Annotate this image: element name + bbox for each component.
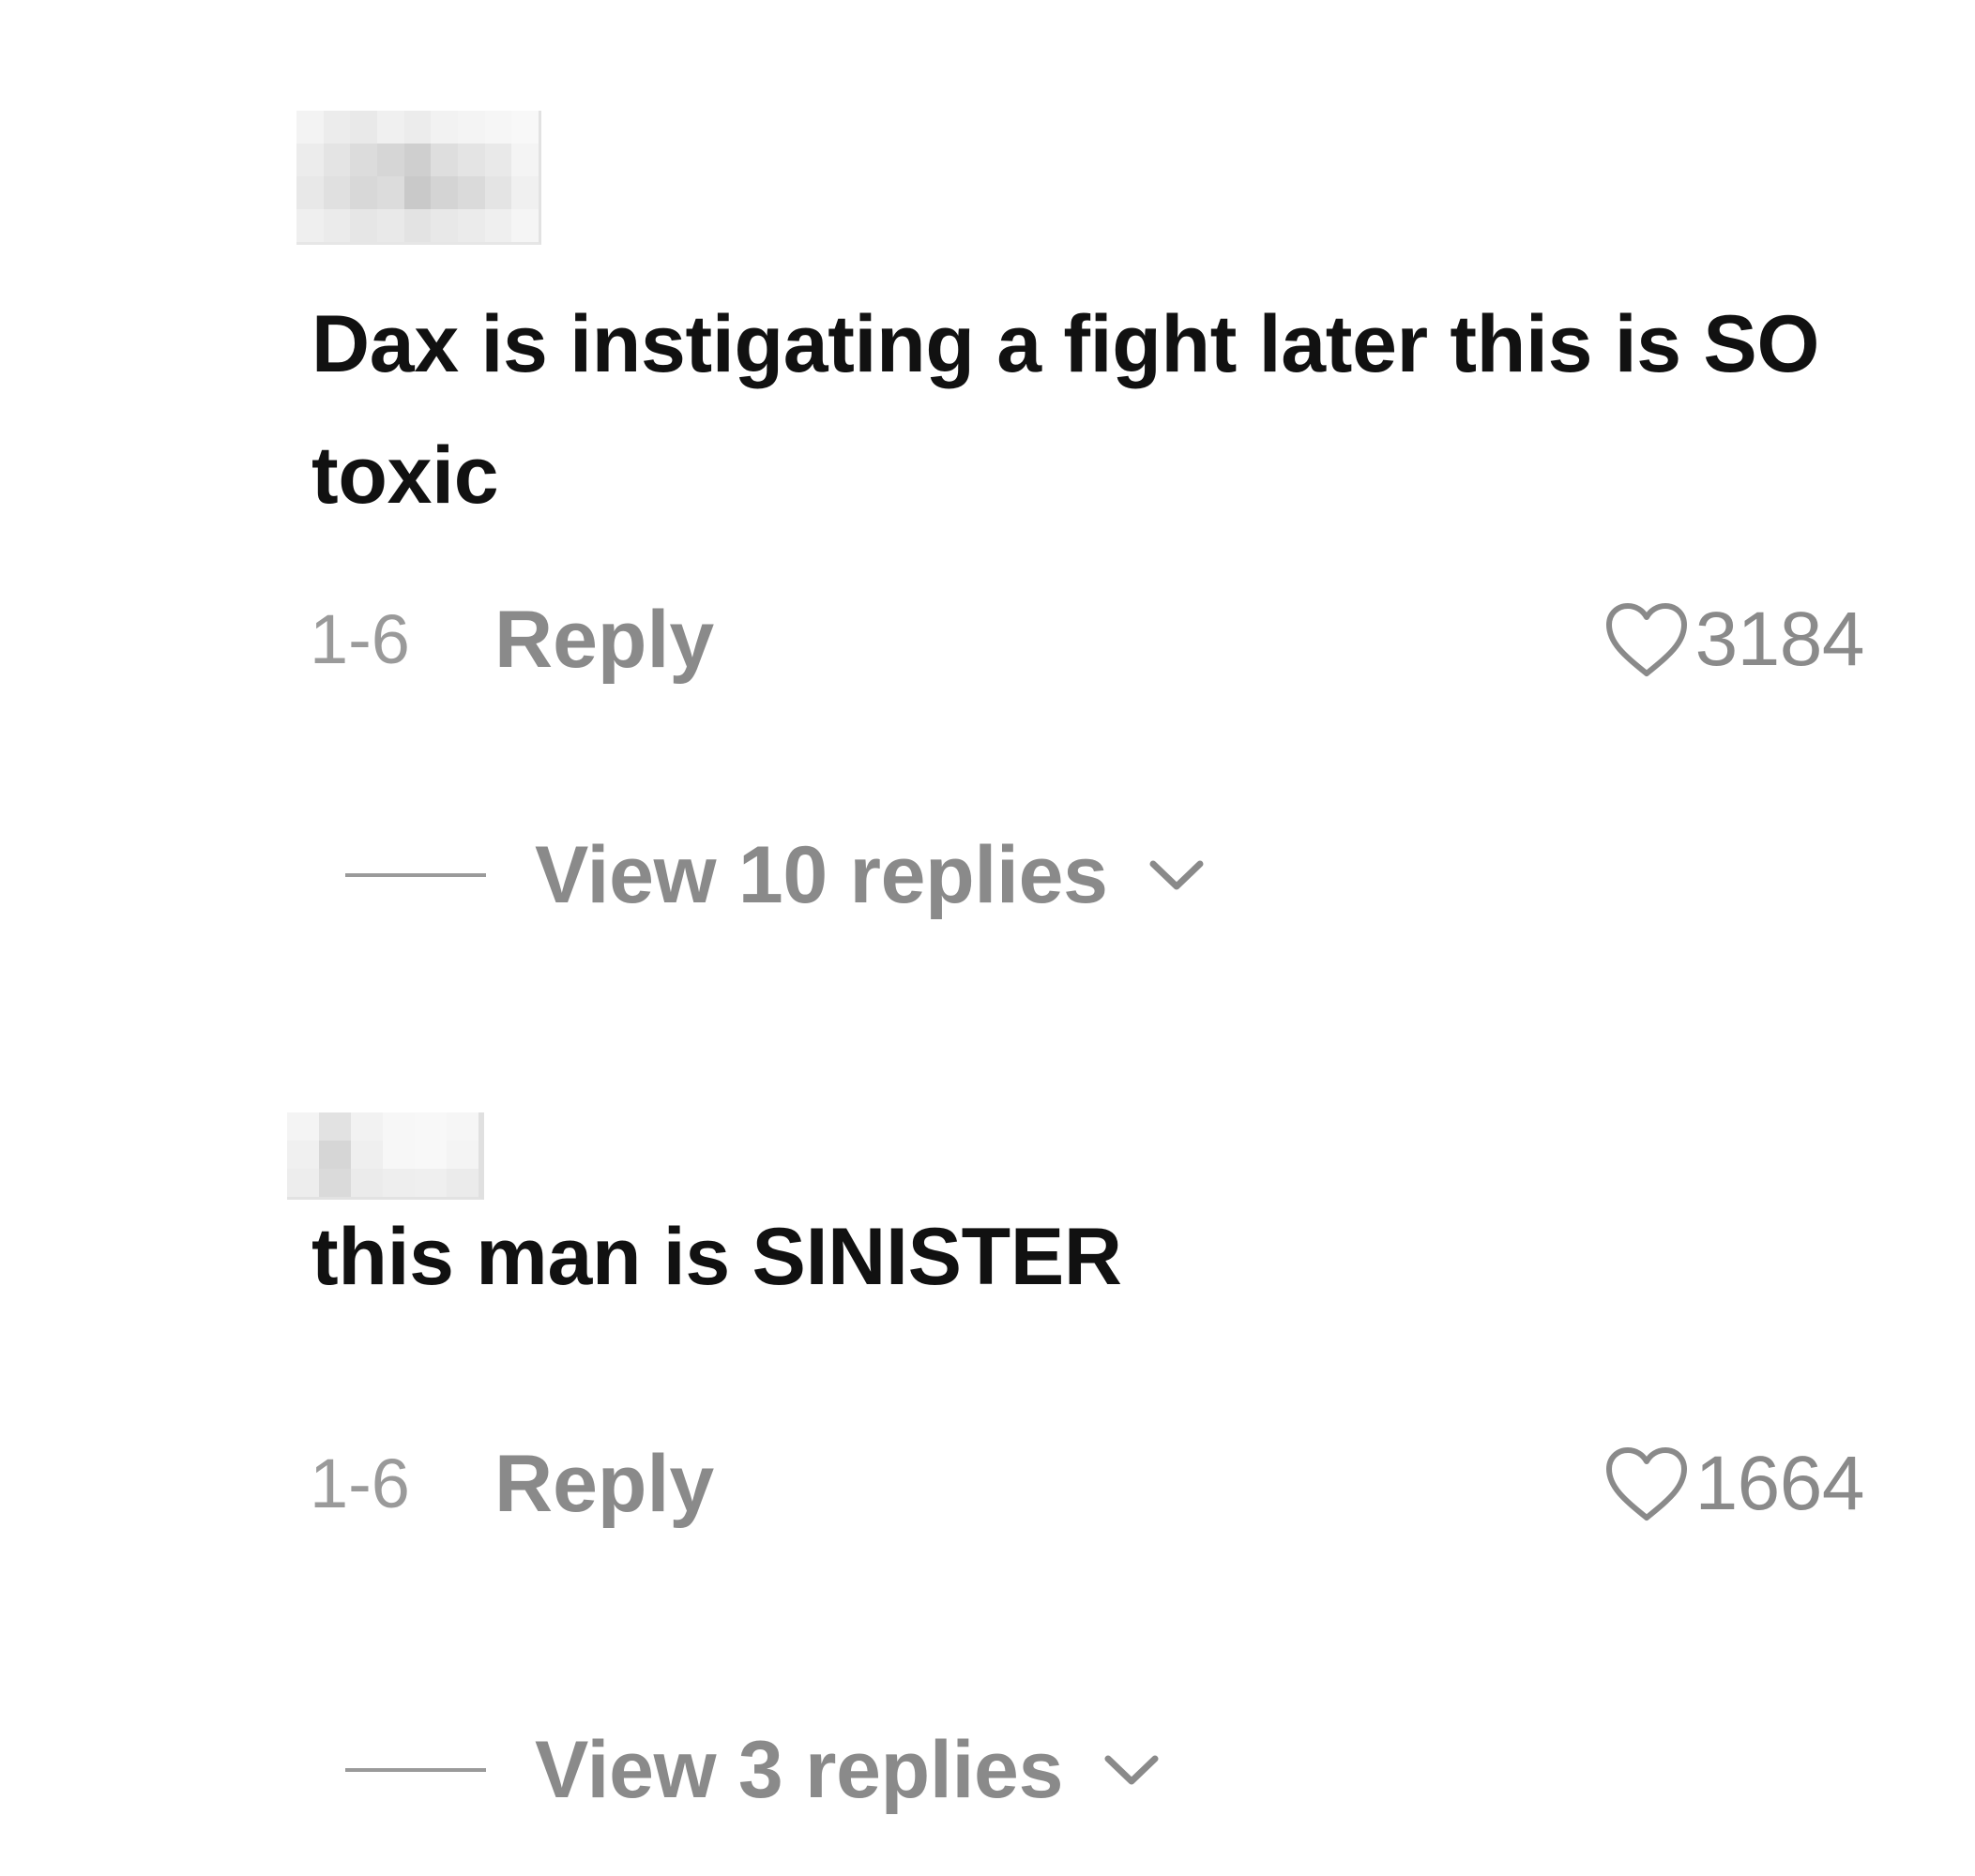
comment-text: Dax is instigating a fight later this is… [311,299,1820,521]
reply-button[interactable]: Reply [494,593,714,687]
thread-line [345,873,486,877]
username-redacted[interactable] [287,1112,484,1200]
comment-actions: 1-6 Reply 1664 [0,1437,1975,1531]
like-count: 1664 [1694,1441,1865,1526]
comment-actions: 1-6 Reply 3184 [0,593,1975,687]
view-replies-label[interactable]: View 10 replies [535,824,1108,927]
comment-date: 1-6 [310,1445,410,1522]
reply-button[interactable]: Reply [494,1437,714,1531]
username-redacted[interactable] [296,111,541,245]
heart-outline-icon[interactable] [1603,1445,1690,1523]
like-button[interactable]: 1664 [1603,1437,1865,1531]
heart-outline-icon[interactable] [1603,600,1690,679]
view-replies-button[interactable]: View 10 replies [345,824,1208,927]
view-replies-label[interactable]: View 3 replies [535,1718,1063,1822]
chevron-down-icon[interactable] [1146,855,1208,896]
chevron-down-icon[interactable] [1101,1749,1162,1791]
comment-date: 1-6 [310,600,410,678]
view-replies-button[interactable]: View 3 replies [345,1718,1162,1822]
like-count: 3184 [1694,597,1865,682]
thread-line [345,1768,486,1772]
like-button[interactable]: 3184 [1603,593,1865,687]
comment-text: this man is SINISTER [311,1212,1122,1302]
